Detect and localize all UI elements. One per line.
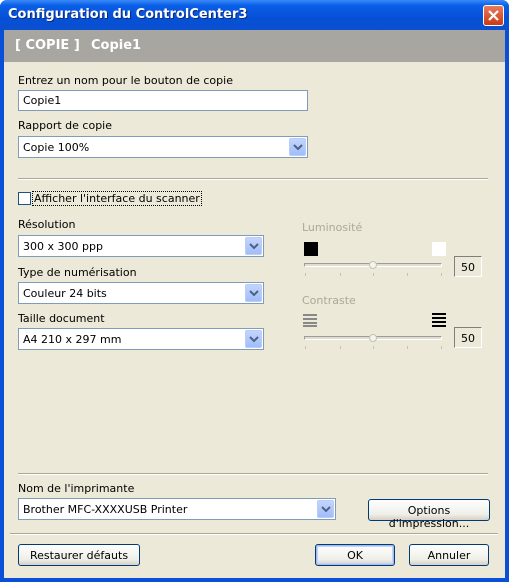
scan-type-value: Couleur 24 bits [23, 287, 107, 300]
slider-tick [441, 273, 442, 276]
scan-type-select[interactable]: Couleur 24 bits [18, 282, 264, 304]
high-contrast-icon [432, 313, 446, 327]
contrast-slider-thumb[interactable] [369, 334, 377, 342]
chevron-down-icon[interactable] [289, 138, 306, 156]
brightness-label: Luminosité [302, 221, 363, 234]
low-contrast-icon [303, 314, 317, 327]
slider-tick [340, 273, 341, 276]
dark-square-icon [304, 242, 318, 256]
copy-name-input[interactable]: Copie1 [18, 90, 308, 111]
resolution-label: Résolution [18, 218, 76, 231]
restore-defaults-button[interactable]: Restaurer défauts [18, 544, 140, 566]
separator [18, 473, 488, 475]
printer-select[interactable]: Brother MFC-XXXXUSB Printer [18, 498, 336, 520]
light-square-icon [432, 242, 446, 256]
close-icon [488, 10, 499, 21]
header-name: Copie1 [91, 38, 142, 53]
chevron-down-icon[interactable] [245, 284, 262, 302]
slider-tick [305, 346, 306, 349]
slider-tick [373, 273, 374, 276]
contrast-label: Contraste [302, 294, 356, 307]
chevron-down-icon[interactable] [245, 237, 262, 255]
copy-ratio-value: Copie 100% [23, 141, 90, 154]
ok-button[interactable]: OK [315, 544, 395, 566]
title-bar[interactable]: Configuration du ControlCenter3 [0, 0, 509, 30]
brightness-value: 50 [454, 256, 482, 277]
printer-label: Nom de l'imprimante [18, 482, 135, 495]
slider-tick [441, 346, 442, 349]
dialog-body: [ COPIE ] Copie1 Entrez un nom pour le b… [4, 30, 505, 578]
scanner-ui-checkbox[interactable] [18, 192, 31, 205]
chevron-down-icon[interactable] [245, 330, 262, 348]
slider-tick [305, 273, 306, 276]
close-button[interactable] [483, 5, 504, 26]
header-tag: [ COPIE ] [15, 38, 80, 53]
slider-tick [407, 273, 408, 276]
slider-tick [373, 346, 374, 349]
printer-value: Brother MFC-XXXXUSB Printer [23, 503, 188, 516]
resolution-select[interactable]: 300 x 300 ppp [18, 235, 264, 257]
doc-size-value: A4 210 x 297 mm [23, 333, 122, 346]
slider-tick [407, 346, 408, 349]
copy-name-label: Entrez un nom pour le bouton de copie [18, 74, 233, 87]
brightness-slider-thumb[interactable] [369, 261, 377, 269]
copy-ratio-select[interactable]: Copie 100% [18, 136, 308, 158]
resolution-value: 300 x 300 ppp [23, 240, 103, 253]
separator [10, 533, 498, 535]
slider-tick [340, 346, 341, 349]
scanner-ui-label[interactable]: Afficher l'interface du scanner [32, 191, 202, 206]
window-title: Configuration du ControlCenter3 [8, 7, 248, 22]
doc-size-label: Taille document [18, 312, 105, 325]
doc-size-select[interactable]: A4 210 x 297 mm [18, 328, 264, 350]
scan-type-label: Type de numérisation [18, 266, 137, 279]
separator [18, 178, 488, 180]
chevron-down-icon[interactable] [317, 500, 334, 518]
copy-ratio-label: Rapport de copie [18, 119, 112, 132]
dialog-window: Configuration du ControlCenter3 [ COPIE … [0, 0, 509, 582]
print-options-button[interactable]: Options d'impression... [368, 499, 490, 530]
button-header: [ COPIE ] Copie1 [4, 30, 505, 62]
contrast-value: 50 [454, 327, 482, 348]
cancel-button[interactable]: Annuler [409, 544, 489, 566]
